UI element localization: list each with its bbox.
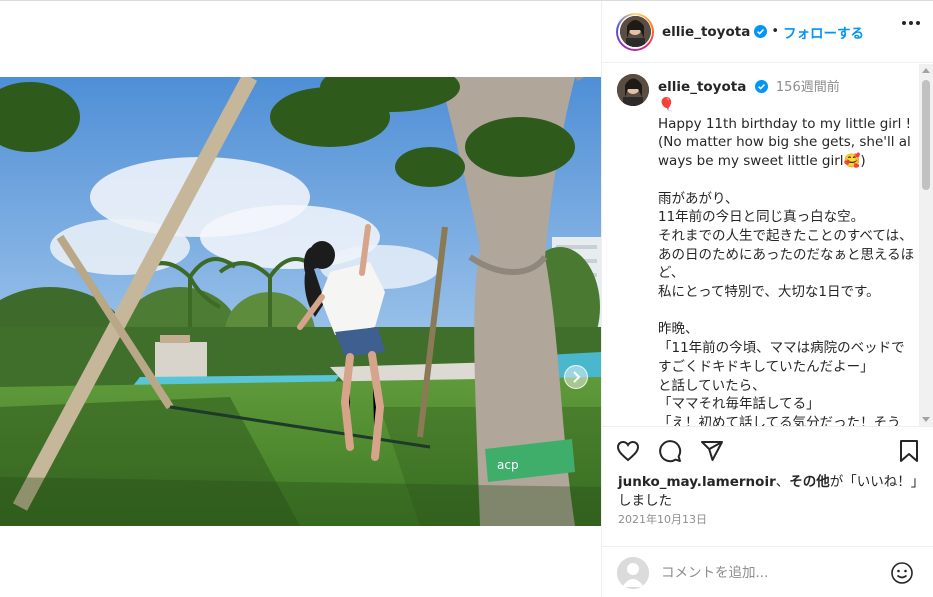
caption-avatar[interactable]	[617, 74, 649, 106]
paper-plane-icon[interactable]	[700, 439, 724, 467]
author-avatar[interactable]	[616, 12, 654, 51]
scrollbar-thumb[interactable]	[922, 80, 930, 190]
balloon-emoji: 🎈	[658, 97, 675, 113]
caption-time[interactable]: 156週間前	[776, 80, 840, 95]
post-side-panel: ellie_toyota • フォローする ellie_toyota 156週間…	[601, 1, 933, 597]
comment-input[interactable]	[661, 564, 881, 581]
author-username[interactable]: ellie_toyota	[662, 24, 750, 40]
bookmark-icon[interactable]	[898, 439, 920, 467]
chevron-right-icon	[573, 371, 581, 383]
comments-section[interactable]: ellie_toyota 156週間前 🎈 Happy 11th birthda…	[602, 64, 933, 426]
scroll-down-arrow-icon[interactable]	[922, 417, 930, 422]
photo-illustration: acp	[0, 77, 601, 526]
caption-text: 🎈 Happy 11th birthday to my little girl …	[658, 96, 916, 426]
liker-username[interactable]: junko_may.lamernoir	[618, 474, 776, 490]
action-bar	[602, 426, 933, 472]
others-link[interactable]: その他	[789, 474, 830, 490]
scroll-up-arrow-icon[interactable]	[922, 68, 930, 73]
add-comment-bar	[602, 546, 933, 597]
heart-icon[interactable]	[616, 439, 640, 467]
verified-badge-icon	[754, 80, 768, 93]
avatar-image	[619, 16, 651, 47]
current-user-avatar	[617, 556, 649, 589]
follow-button[interactable]: フォローする	[783, 22, 864, 42]
media-area: acp	[0, 1, 601, 597]
comment-bubble-icon[interactable]	[658, 439, 682, 467]
post-header: ellie_toyota • フォローする	[602, 1, 933, 63]
post-date[interactable]: 2021年10月13日	[618, 511, 707, 527]
post-photo[interactable]: acp	[0, 77, 601, 526]
svg-text:acp: acp	[497, 458, 519, 472]
caption-body: Happy 11th birthday to my little girl ! …	[658, 115, 915, 426]
comments-scrollbar[interactable]	[919, 64, 933, 426]
post-dialog: acp ellie_toyota • フォローする ellie_toyota 1…	[0, 0, 933, 597]
header-separator: •	[771, 24, 779, 39]
likes-summary: junko_may.lamernoir、その他が「いいね！」しました	[618, 474, 918, 509]
more-horizontal-icon[interactable]	[902, 21, 920, 25]
verified-badge-icon	[754, 25, 768, 38]
carousel-next-button[interactable]	[564, 365, 588, 389]
caption-username[interactable]: ellie_toyota	[658, 79, 746, 95]
smiley-icon[interactable]	[890, 561, 914, 589]
